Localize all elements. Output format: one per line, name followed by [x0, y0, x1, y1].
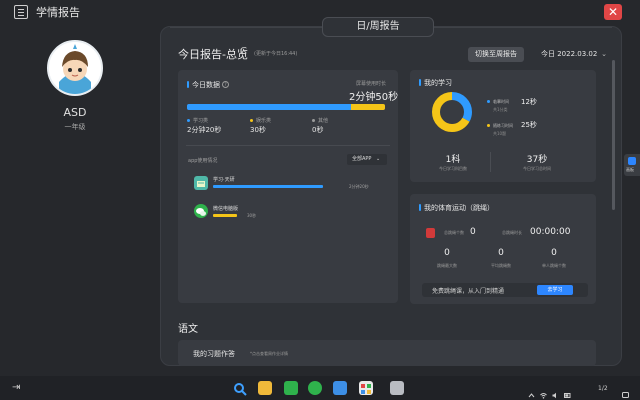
- side-dock-drawing-board[interactable]: 画板: [624, 154, 640, 176]
- study-sub-copy: 共1分类: [493, 107, 508, 112]
- help-icon[interactable]: ?: [222, 81, 229, 88]
- sport-stat-max-label: 跳绳最大数: [437, 263, 457, 268]
- study-subject-label: 今日学习科目数: [439, 166, 467, 171]
- progress-segment-entertainment: [351, 104, 385, 110]
- study-legend-label-copy: 临摹时间: [493, 99, 509, 104]
- subject-section-title: 语文: [178, 324, 198, 335]
- homework-title: 我的习题作答: [193, 350, 235, 358]
- sport-stat-avg: 0: [498, 248, 504, 258]
- learning-app-icon: [194, 176, 208, 190]
- study-legend-value-practice: 25秒: [521, 121, 537, 129]
- tab-divider-left: [170, 27, 322, 28]
- report-title: 今日报告-总览: [178, 48, 248, 61]
- window-title: 学情报告: [36, 6, 80, 19]
- study-legend-value-copy: 12秒: [521, 98, 537, 106]
- chevron-down-icon: ⌄: [376, 156, 381, 162]
- screen-time-value: 2分钟50秒: [349, 92, 399, 103]
- user-name: ASD: [63, 106, 87, 119]
- stat-divider: [490, 152, 491, 172]
- tray-indicator[interactable]: 1/2: [598, 385, 608, 392]
- wifi-icon[interactable]: [540, 384, 547, 399]
- study-legend-dot-copy: [487, 100, 490, 103]
- store-icon[interactable]: [333, 381, 347, 395]
- update-time: (更新于今日16:44): [254, 51, 298, 57]
- sport-stat-single: 0: [551, 248, 557, 258]
- side-dock-label: 画板: [626, 167, 634, 172]
- all-app-select[interactable]: 全部APP ⌄: [347, 154, 387, 165]
- avatar-image: [49, 42, 101, 94]
- app-usage-bar-wechat: [213, 214, 238, 217]
- legend-value-other: 0秒: [312, 126, 324, 134]
- close-button[interactable]: ✕: [604, 4, 622, 20]
- panel-scrollbar[interactable]: [612, 60, 615, 210]
- divider: [186, 145, 390, 146]
- taskbar: ⇥ 1/2: [0, 376, 640, 400]
- study-sub-practice: 共10题: [493, 131, 507, 136]
- chevron-down-icon: ⌄: [601, 50, 607, 58]
- study-legend-label-practice: 随练习时间: [493, 123, 513, 128]
- app-usage-bar-learning: [213, 185, 323, 188]
- date-value: 今日 2022.03.02: [541, 50, 598, 58]
- drawing-board-icon: [628, 157, 636, 165]
- my-study-title: 我的学习: [419, 79, 452, 87]
- search-icon[interactable]: [233, 381, 247, 396]
- avatar[interactable]: [47, 40, 103, 96]
- app-time-wechat: 30秒: [247, 213, 257, 218]
- app-name-wechat: 微信电脑版: [213, 206, 239, 212]
- app-time-learning: 2分钟20秒: [349, 184, 369, 189]
- app-name-learning: 学习·天研: [213, 177, 235, 183]
- jump-time-label: 总跳绳时长: [502, 230, 522, 235]
- legend-label-entertainment: 娱乐类: [256, 118, 272, 124]
- jump-count-value: 0: [470, 227, 476, 237]
- mail-icon[interactable]: [284, 381, 298, 395]
- tab-daily-weekly-report[interactable]: 日/周报告: [322, 17, 434, 37]
- folder-icon[interactable]: [258, 381, 272, 395]
- legend-value-study: 2分钟20秒: [187, 126, 222, 134]
- user-grade: 一年级: [64, 123, 86, 131]
- jump-count-label: 总跳绳个数: [444, 230, 464, 235]
- refresh-icon[interactable]: C: [240, 46, 247, 57]
- report-icon: [14, 5, 28, 19]
- screen-time-progress: [187, 104, 385, 110]
- sport-stat-avg-label: 平均跳绳数: [491, 263, 511, 268]
- legend-dot-entertainment: [250, 119, 253, 122]
- study-donut-chart: [432, 92, 472, 132]
- chevron-up-icon[interactable]: [528, 384, 535, 398]
- switch-weekly-button[interactable]: 切换至周报告: [468, 47, 524, 62]
- volume-icon[interactable]: [552, 384, 559, 399]
- free-course-text: 免费跳绳课，从入门到精通: [432, 288, 505, 295]
- apps-grid-icon[interactable]: [359, 381, 373, 395]
- notification-icon[interactable]: [622, 384, 629, 398]
- sports-title: 我的体育运动（跳绳）: [419, 204, 494, 212]
- title-bar: 学情报告 ✕: [0, 0, 640, 24]
- date-select[interactable]: 今日 2022.03.02 ⌄: [535, 47, 611, 62]
- sport-stat-single-label: 单人跳绳个数: [542, 263, 566, 268]
- legend-label-study: 学习类: [193, 118, 209, 124]
- homework-card: [178, 340, 596, 366]
- study-total-label: 今日学习总时间: [523, 166, 551, 171]
- wechat-icon[interactable]: [308, 381, 322, 395]
- recycle-bin-icon[interactable]: [390, 381, 404, 395]
- all-app-value: 全部APP: [352, 156, 372, 162]
- wechat-icon: [194, 204, 208, 218]
- today-data-title: 今日数据: [187, 81, 220, 89]
- logout-icon[interactable]: ⇥: [12, 382, 20, 393]
- legend-value-entertainment: 30秒: [250, 126, 266, 134]
- app-usage-label: app使用情况: [188, 158, 218, 164]
- study-subject-count: 1科: [445, 155, 461, 165]
- homework-subtitle: *点击查看周作业详情: [250, 351, 288, 356]
- sport-stat-max: 0: [444, 248, 450, 258]
- jump-rope-icon: [426, 228, 435, 238]
- tab-divider-right: [434, 27, 612, 28]
- legend-dot-study: [187, 119, 190, 122]
- go-learn-button[interactable]: 去学习: [537, 285, 573, 295]
- legend-label-other: 其他: [318, 118, 329, 124]
- progress-segment-study: [187, 104, 352, 110]
- study-legend-dot-practice: [487, 124, 490, 127]
- battery-icon[interactable]: [564, 384, 571, 398]
- jump-time-value: 00:00:00: [530, 227, 571, 237]
- legend-dot-other: [312, 119, 315, 122]
- screen-time-label: 屏幕使用时长: [356, 81, 387, 87]
- study-total-time: 37秒: [526, 155, 548, 165]
